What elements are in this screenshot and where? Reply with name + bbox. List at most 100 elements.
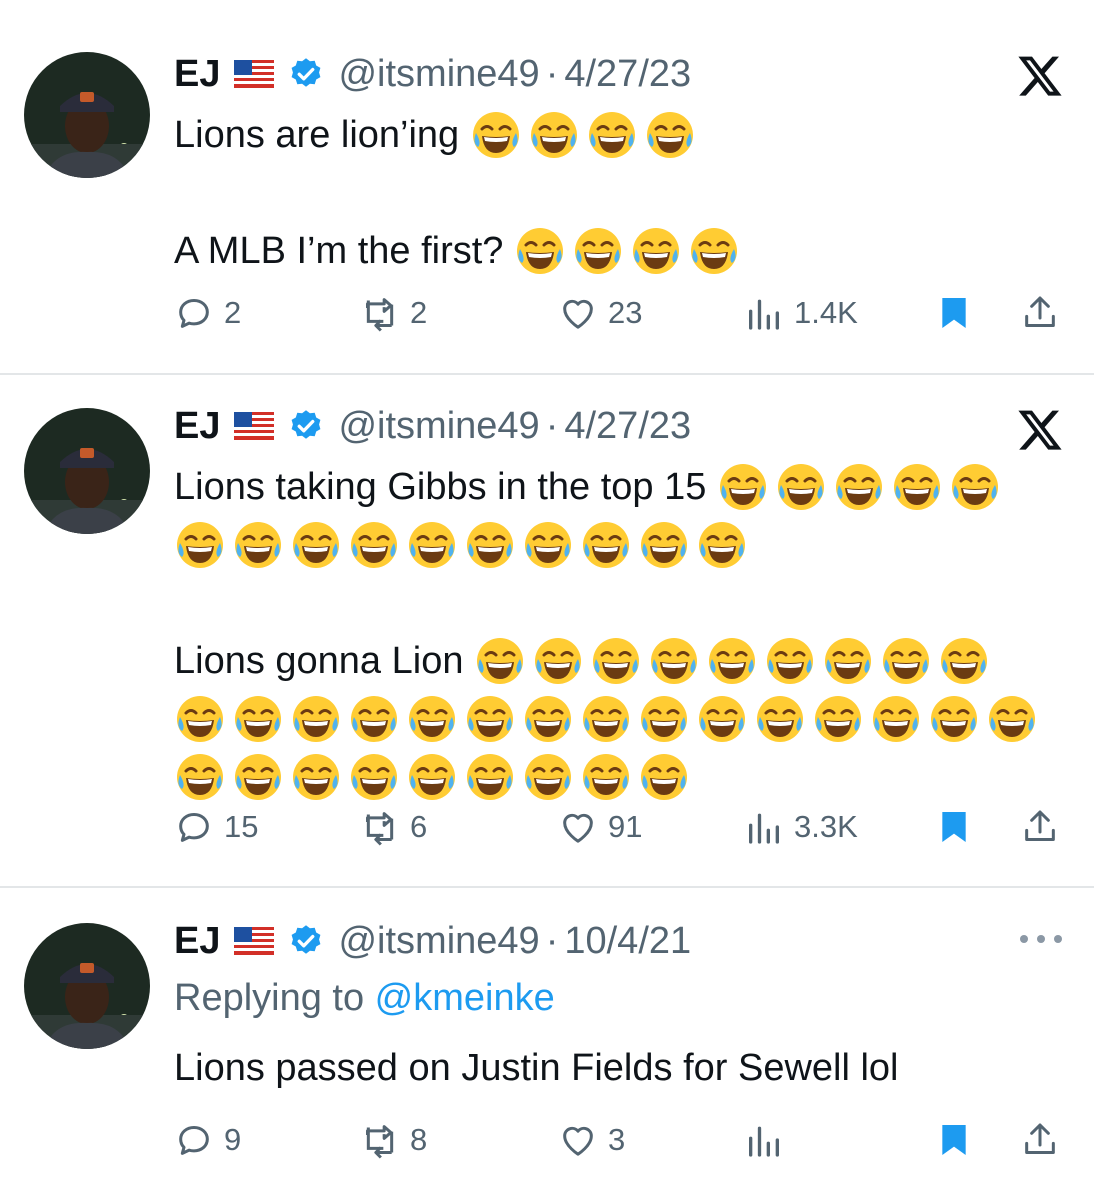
- timestamp[interactable]: 4/27/23: [564, 53, 691, 96]
- tears-of-joy-emoji: [174, 693, 226, 745]
- action-bar: 15 6 91 3.3K: [174, 804, 1064, 850]
- avatar[interactable]: [24, 408, 150, 534]
- share-button[interactable]: [1020, 290, 1060, 336]
- tweet-body: Lions passed on Justin Fields for Sewell…: [174, 1047, 899, 1089]
- handle[interactable]: @itsmine49: [338, 920, 539, 963]
- tears-of-joy-emoji: [949, 461, 1001, 513]
- tears-of-joy-emoji: [775, 461, 827, 513]
- retweet-icon: [360, 807, 410, 847]
- timestamp[interactable]: 10/4/21: [564, 920, 691, 963]
- avatar[interactable]: [24, 923, 150, 1049]
- bookmark-button[interactable]: [934, 804, 974, 850]
- tweet-line: [174, 514, 1074, 572]
- x-logo-icon[interactable]: [1016, 52, 1064, 100]
- tears-of-joy-emoji: [880, 635, 932, 687]
- like-button[interactable]: 91: [558, 804, 642, 850]
- likes-count: 91: [608, 809, 643, 844]
- more-dots-icon[interactable]: [1018, 933, 1064, 945]
- tears-of-joy-emoji: [464, 693, 516, 745]
- heart-icon: [558, 293, 608, 333]
- retweet-button[interactable]: 8: [360, 1117, 427, 1163]
- share-icon: [1020, 1120, 1060, 1160]
- bookmark-button[interactable]: [934, 290, 974, 336]
- tweet-line: [174, 688, 1074, 746]
- reply-icon: [174, 293, 224, 333]
- retweet-button[interactable]: 2: [360, 290, 427, 336]
- replies-count: 2: [224, 295, 242, 330]
- views-button[interactable]: 1.4K: [744, 290, 858, 336]
- like-button[interactable]: 23: [558, 290, 642, 336]
- separator-dot: ·: [545, 919, 559, 962]
- bookmark-icon: [934, 293, 974, 333]
- tears-of-joy-emoji: [528, 109, 580, 161]
- tears-of-joy-emoji: [928, 693, 980, 745]
- reply-button[interactable]: 2: [174, 290, 241, 336]
- us-flag-icon: [234, 412, 275, 440]
- tweet-text: A MLB I’m the first?: [174, 229, 514, 272]
- tweet-text: Lions gonna Lion: [174, 639, 475, 682]
- tears-of-joy-emoji: [590, 635, 642, 687]
- bookmark-button[interactable]: [934, 1117, 974, 1163]
- tears-of-joy-emoji: [648, 635, 700, 687]
- share-button[interactable]: [1020, 804, 1060, 850]
- tears-of-joy-emoji: [580, 519, 632, 571]
- likes-count: 23: [608, 295, 643, 330]
- handle[interactable]: @itsmine49: [338, 53, 539, 96]
- tweet-line: [174, 572, 1074, 630]
- tears-of-joy-emoji: [572, 225, 624, 277]
- tears-of-joy-emoji: [638, 751, 690, 803]
- tears-of-joy-emoji: [174, 751, 226, 803]
- us-flag-icon: [234, 927, 275, 955]
- reply-button[interactable]: 15: [174, 804, 258, 850]
- timestamp[interactable]: 4/27/23: [564, 405, 691, 448]
- share-icon: [1020, 293, 1060, 333]
- tears-of-joy-emoji: [764, 635, 816, 687]
- replies-count: 9: [224, 1122, 242, 1157]
- tears-of-joy-emoji: [406, 519, 458, 571]
- tears-of-joy-emoji: [232, 751, 284, 803]
- tweet-3[interactable]: EJ @itsmine49 · 10/4/21 Replying to @kme…: [0, 889, 1094, 1200]
- reply-mention-link[interactable]: @kmeinke: [375, 977, 555, 1019]
- views-button[interactable]: 3.3K: [744, 804, 858, 850]
- tears-of-joy-emoji: [290, 751, 342, 803]
- action-bar: 9 8 3: [174, 1117, 1064, 1163]
- separator-dot: ·: [545, 52, 559, 95]
- avatar[interactable]: [24, 52, 150, 178]
- views-chart-icon: [744, 293, 794, 333]
- heart-icon: [558, 1120, 608, 1160]
- retweets-count: 2: [410, 295, 428, 330]
- share-button[interactable]: [1020, 1117, 1060, 1163]
- tweet-header: EJ @itsmine49 · 4/27/23: [174, 404, 691, 448]
- reply-button[interactable]: 9: [174, 1117, 241, 1163]
- tears-of-joy-emoji: [474, 635, 526, 687]
- tears-of-joy-emoji: [290, 519, 342, 571]
- tweet-line: Lions are lion’ing: [174, 104, 1074, 162]
- retweet-button[interactable]: 6: [360, 804, 427, 850]
- tears-of-joy-emoji: [688, 225, 740, 277]
- tweet-header: EJ @itsmine49 · 10/4/21: [174, 919, 691, 963]
- tweet-body: Lions taking Gibbs in the top 15 Lions g…: [174, 456, 1074, 804]
- views-button[interactable]: [744, 1117, 794, 1163]
- display-name[interactable]: EJ: [174, 405, 220, 448]
- tweet-line: [174, 162, 1074, 220]
- tears-of-joy-emoji: [522, 751, 574, 803]
- tears-of-joy-emoji: [638, 693, 690, 745]
- tears-of-joy-emoji: [464, 519, 516, 571]
- tears-of-joy-emoji: [754, 693, 806, 745]
- tears-of-joy-emoji: [406, 693, 458, 745]
- tears-of-joy-emoji: [290, 693, 342, 745]
- display-name[interactable]: EJ: [174, 920, 220, 963]
- handle[interactable]: @itsmine49: [338, 405, 539, 448]
- tweet-2[interactable]: EJ @itsmine49 · 4/27/23 Lions taking Gib…: [0, 376, 1094, 886]
- tears-of-joy-emoji: [348, 519, 400, 571]
- tears-of-joy-emoji: [938, 635, 990, 687]
- tweet-1[interactable]: EJ @itsmine49 · 4/27/23 Lions are lion’i…: [0, 0, 1094, 374]
- like-button[interactable]: 3: [558, 1117, 625, 1163]
- tweet-line: A MLB I’m the first?: [174, 220, 1074, 278]
- tears-of-joy-emoji: [522, 519, 574, 571]
- replying-prefix: Replying to: [174, 977, 375, 1019]
- x-logo-icon[interactable]: [1016, 406, 1064, 454]
- tears-of-joy-emoji: [470, 109, 522, 161]
- display-name[interactable]: EJ: [174, 53, 220, 96]
- views-chart-icon: [744, 1120, 794, 1160]
